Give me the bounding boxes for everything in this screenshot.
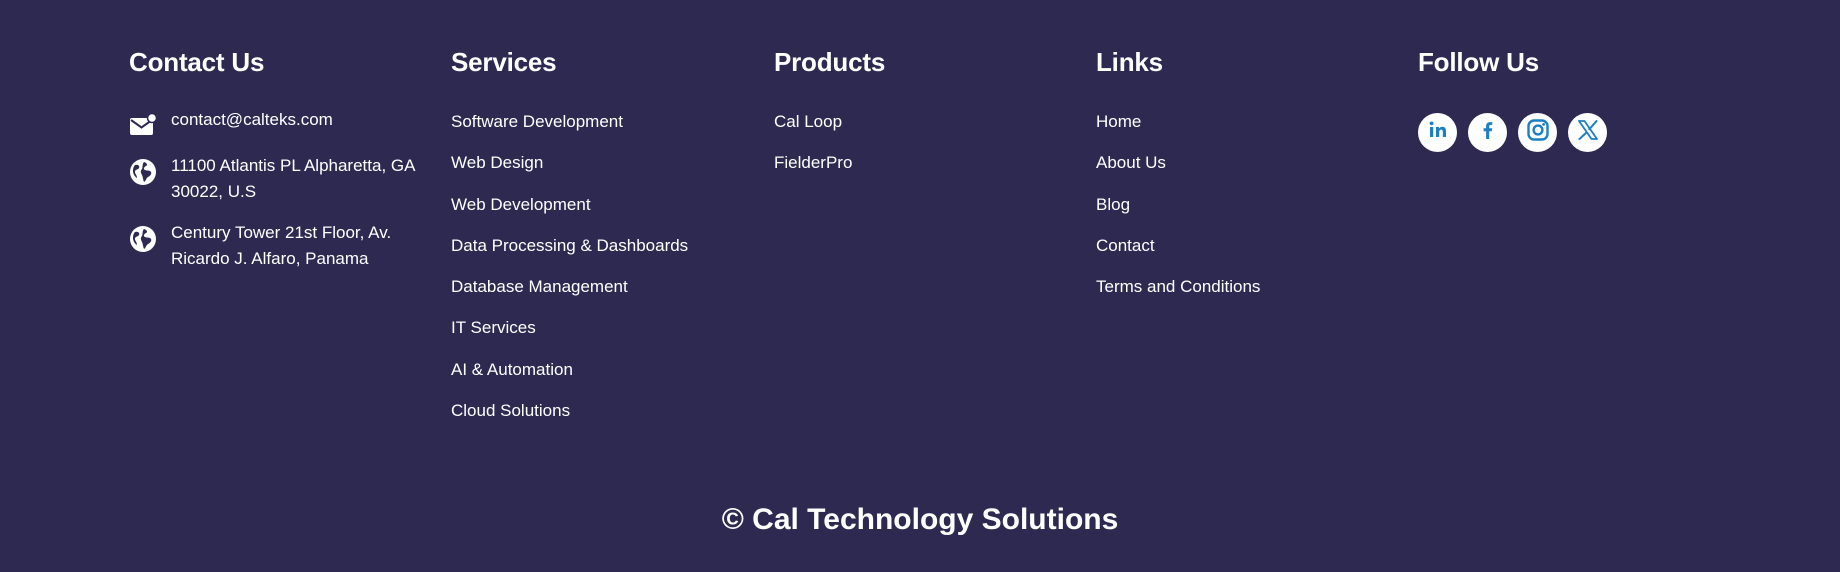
globe-icon — [129, 158, 157, 186]
services-link-software-development[interactable]: Software Development — [451, 110, 688, 151]
follow-heading: Follow Us — [1418, 47, 1539, 77]
instagram-button[interactable] — [1518, 113, 1557, 152]
products-link-fielderpro[interactable]: FielderPro — [774, 151, 852, 192]
links-column: Links Home About Us Blog Contact Terms a… — [1096, 44, 1396, 296]
services-link-cloud-solutions[interactable]: Cloud Solutions — [451, 399, 688, 440]
services-link-it-services[interactable]: IT Services — [451, 316, 688, 357]
copyright-text: © Cal Technology Solutions — [721, 503, 1119, 536]
facebook-button[interactable] — [1468, 113, 1507, 152]
products-link-cal-loop[interactable]: Cal Loop — [774, 110, 852, 151]
contact-email[interactable]: contact@calteks.com — [171, 107, 431, 133]
linkedin-button[interactable] — [1418, 113, 1457, 152]
products-heading: Products — [774, 47, 886, 77]
globe-icon — [129, 225, 157, 253]
contact-address-panama: Century Tower 21st Floor, Av. Ricardo J.… — [171, 223, 392, 268]
links-link-blog[interactable]: Blog — [1096, 193, 1260, 234]
products-list: Cal Loop FielderPro — [774, 110, 852, 193]
services-list: Software Development Web Design Web Deve… — [451, 110, 688, 440]
links-link-contact[interactable]: Contact — [1096, 234, 1260, 275]
links-link-home[interactable]: Home — [1096, 110, 1260, 151]
x-button[interactable] — [1568, 113, 1607, 152]
facebook-icon — [1476, 118, 1500, 147]
contact-heading: Contact Us — [129, 47, 265, 77]
links-list: Home About Us Blog Contact Terms and Con… — [1096, 110, 1260, 316]
social-links — [1418, 113, 1607, 152]
products-column: Products Cal Loop FielderPro — [774, 44, 1074, 172]
instagram-icon — [1525, 117, 1551, 148]
links-link-terms[interactable]: Terms and Conditions — [1096, 275, 1260, 316]
contact-address-us: 11100 Atlantis PL Alpharetta, GA 30022, … — [171, 156, 415, 201]
links-link-about-us[interactable]: About Us — [1096, 151, 1260, 192]
services-heading: Services — [451, 47, 557, 77]
services-link-database-management[interactable]: Database Management — [451, 275, 688, 316]
services-link-web-development[interactable]: Web Development — [451, 193, 688, 234]
services-link-web-design[interactable]: Web Design — [451, 151, 688, 192]
services-link-data-processing[interactable]: Data Processing & Dashboards — [451, 234, 688, 275]
links-heading: Links — [1096, 47, 1163, 77]
follow-column: Follow Us — [1418, 44, 1718, 152]
site-footer: Contact Us contact@calteks.com 11100 Atl… — [0, 0, 1840, 572]
mail-icon — [129, 112, 158, 140]
linkedin-icon — [1426, 118, 1450, 147]
x-icon — [1575, 117, 1601, 148]
contact-column: Contact Us contact@calteks.com 11100 Atl… — [129, 44, 429, 268]
services-column: Services Software Development Web Design… — [451, 44, 751, 420]
services-link-ai-automation[interactable]: AI & Automation — [451, 358, 688, 399]
